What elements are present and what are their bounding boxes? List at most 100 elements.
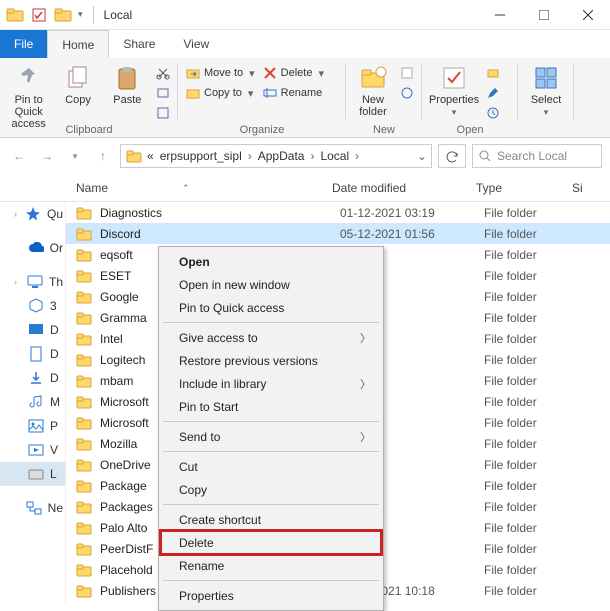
sidebar-item[interactable]: ›Th (0, 270, 65, 294)
forward-button[interactable]: → (36, 145, 58, 167)
recent-locations-button[interactable]: ▾ (64, 145, 86, 167)
open-button[interactable] (486, 64, 500, 82)
column-date[interactable]: Date modified (332, 181, 476, 195)
chevron-right-icon: 〉 (360, 376, 371, 392)
sidebar-item-label: D (50, 371, 59, 385)
music-icon (28, 394, 44, 410)
ctx-pin-start[interactable]: Pin to Start (161, 395, 381, 418)
chevron-right-icon: › (308, 149, 316, 163)
minimize-button[interactable] (478, 0, 522, 30)
ctx-copy[interactable]: Copy (161, 478, 381, 501)
ctx-restore-versions[interactable]: Restore previous versions (161, 349, 381, 372)
folder-icon (76, 331, 92, 347)
paste-button[interactable]: Paste (107, 62, 148, 133)
copy-path-button[interactable] (156, 84, 170, 102)
breadcrumb-segment[interactable]: « (145, 149, 156, 163)
sidebar-item-label: L (50, 467, 57, 481)
ribbon-group-clipboard: Clipboard (0, 124, 178, 136)
history-icon (486, 106, 500, 120)
properties-button[interactable]: Properties▾ (430, 62, 478, 133)
sidebar-item[interactable]: 3 (0, 294, 65, 318)
maximize-button[interactable] (522, 0, 566, 30)
rename-button[interactable]: Rename (263, 84, 324, 102)
ctx-pin-quick-access[interactable]: Pin to Quick access (161, 296, 381, 319)
copy-button[interactable]: Copy (57, 62, 98, 133)
folder-icon (76, 583, 92, 599)
sidebar-item-label: D (50, 323, 59, 337)
sidebar-item[interactable]: Or (0, 236, 65, 260)
tab-home[interactable]: Home (47, 30, 109, 58)
cut-button[interactable] (156, 64, 170, 82)
select-button[interactable]: Select▾ (526, 62, 566, 133)
column-name[interactable]: Name⌃ (76, 181, 332, 195)
ribbon-tabs: File Home Share View (0, 30, 610, 58)
sidebar-item[interactable]: V (0, 438, 65, 462)
file-type: File folder (484, 542, 580, 556)
chevron-down-icon[interactable]: ⌄ (417, 149, 427, 163)
sidebar-item[interactable]: P (0, 414, 65, 438)
rename-icon (263, 86, 277, 100)
sidebar-item[interactable]: D (0, 318, 65, 342)
paste-shortcut-button[interactable] (156, 104, 170, 122)
ctx-give-access[interactable]: Give access to〉 (161, 326, 381, 349)
file-type: File folder (484, 563, 580, 577)
search-icon (479, 150, 491, 162)
table-row[interactable]: Discord05-12-2021 01:56File folder (66, 223, 610, 244)
folder-icon (76, 310, 92, 326)
close-button[interactable] (566, 0, 610, 30)
ctx-include-library[interactable]: Include in library〉 (161, 372, 381, 395)
breadcrumb-segment[interactable]: AppData (256, 149, 307, 163)
file-type: File folder (484, 206, 580, 220)
ctx-rename[interactable]: Rename (161, 554, 381, 577)
column-size[interactable]: Si (572, 181, 608, 195)
new-item-icon (400, 66, 414, 80)
column-headers: Name⌃ Date modified Type Si (0, 174, 610, 202)
properties-icon[interactable] (30, 6, 48, 24)
chevron-up-icon: ⌃ (182, 183, 190, 194)
pin-to-quick-access-button[interactable]: Pin to Quick access (8, 62, 49, 133)
sidebar-item-label: P (50, 419, 58, 433)
ctx-create-shortcut[interactable]: Create shortcut (161, 508, 381, 531)
ctx-delete[interactable]: Delete (161, 531, 381, 554)
sidebar-item[interactable]: Ne (0, 496, 65, 520)
up-button[interactable]: ↑ (92, 145, 114, 167)
copyto-icon (186, 86, 200, 100)
ctx-send-to[interactable]: Send to〉 (161, 425, 381, 448)
ctx-open-new-window[interactable]: Open in new window (161, 273, 381, 296)
history-button[interactable] (486, 104, 500, 122)
file-type: File folder (484, 584, 580, 598)
sidebar-item[interactable]: D (0, 342, 65, 366)
column-type[interactable]: Type (476, 181, 572, 195)
ribbon-group-new: New (346, 124, 422, 136)
sidebar-item[interactable]: L (0, 462, 65, 486)
copy-to-button[interactable]: Copy to▾ (186, 84, 255, 102)
delete-button[interactable]: Delete▾ (263, 64, 324, 82)
breadcrumb[interactable]: « erpsupport_sipl› AppData› Local› ⌄ (120, 144, 432, 168)
edit-button[interactable] (486, 84, 500, 102)
ctx-cut[interactable]: Cut (161, 455, 381, 478)
table-row[interactable]: Diagnostics01-12-2021 03:19File folder (66, 202, 610, 223)
breadcrumb-segment[interactable]: Local (318, 149, 351, 163)
tab-view[interactable]: View (169, 30, 223, 58)
folder-icon (76, 520, 92, 536)
easy-access-button[interactable] (400, 84, 414, 102)
sidebar-item[interactable]: D (0, 366, 65, 390)
chevron-down-icon[interactable]: ▾ (78, 9, 83, 20)
nav-pane: ›QuOr›Th3DDDMPVLNe (0, 202, 66, 605)
disk-icon (28, 466, 44, 482)
sidebar-item[interactable]: ›Qu (0, 202, 65, 226)
tab-file[interactable]: File (0, 30, 47, 58)
new-item-button[interactable] (400, 64, 414, 82)
qat-dropdown-icon[interactable] (54, 6, 72, 24)
move-to-button[interactable]: Move to▾ (186, 64, 255, 82)
file-type: File folder (484, 395, 580, 409)
tab-share[interactable]: Share (109, 30, 169, 58)
refresh-button[interactable] (438, 144, 466, 168)
back-button[interactable]: ← (8, 145, 30, 167)
new-folder-button[interactable]: New folder (354, 62, 392, 133)
sidebar-item[interactable]: M (0, 390, 65, 414)
ctx-properties[interactable]: Properties (161, 584, 381, 607)
search-input[interactable]: Search Local (472, 144, 602, 168)
breadcrumb-segment[interactable]: erpsupport_sipl (158, 149, 244, 163)
ctx-open[interactable]: Open (161, 250, 381, 273)
